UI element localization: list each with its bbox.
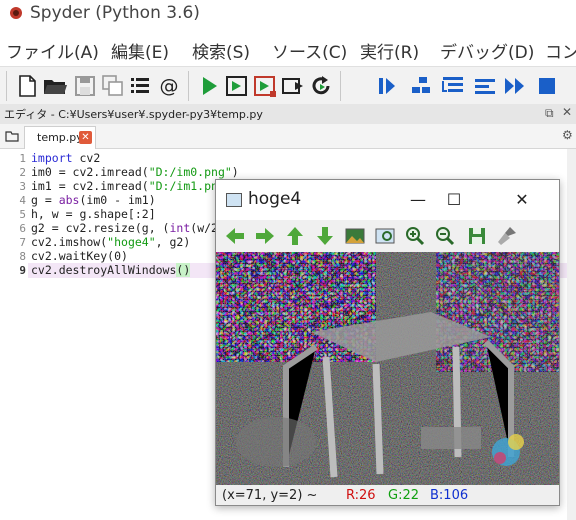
code-line: im1 = cv2.imread("D:/im1.png"): [31, 179, 239, 193]
opencv-toolbar: [216, 220, 559, 252]
menu-search[interactable]: 検索(S): [192, 38, 250, 63]
close-button[interactable]: ✕: [504, 186, 540, 214]
pixel-red-value: R:26: [346, 488, 376, 503]
zoom-in-icon[interactable]: [404, 225, 426, 247]
menu-file[interactable]: ファイル(A): [6, 38, 99, 63]
line-number: 3: [19, 180, 26, 193]
step-icon[interactable]: [408, 73, 434, 99]
line-number: 9: [19, 264, 26, 277]
opencv-titlebar: hoge4 — ☐ ✕: [216, 180, 559, 220]
svg-text:@: @: [160, 75, 179, 97]
line-number: 6: [19, 222, 26, 235]
image-icon[interactable]: [344, 225, 366, 247]
rerun-icon[interactable]: [308, 73, 334, 99]
zoom-region-icon[interactable]: [374, 225, 396, 247]
properties-icon[interactable]: [496, 225, 518, 247]
tab-label: temp.py: [37, 131, 83, 144]
debug-icon[interactable]: [374, 73, 400, 99]
code-line: g = abs(im0 - im1): [31, 193, 156, 207]
maximize-button[interactable]: ☐: [436, 186, 472, 214]
menu-edit[interactable]: 編集(E): [111, 38, 169, 63]
app-title: Spyder (Python 3.6): [30, 3, 200, 23]
browse-tabs-icon[interactable]: [4, 128, 20, 144]
options-icon[interactable]: ⚙: [562, 128, 573, 142]
pixel-blue-value: B:106: [430, 488, 469, 503]
spyder-app-icon: [10, 7, 22, 19]
line-number: 7: [19, 236, 26, 249]
editor-pane-title: エディタ - C:¥Users¥user¥.spyder-py3¥temp.py: [4, 108, 263, 121]
open-folder-icon[interactable]: [42, 73, 68, 99]
menu-source[interactable]: ソース(C): [272, 38, 347, 63]
line-number: 2: [19, 166, 26, 179]
window-titlebar: Spyder (Python 3.6): [0, 0, 576, 28]
run-icon[interactable]: [196, 73, 222, 99]
new-file-icon[interactable]: [14, 73, 40, 99]
editor-tab-bar: temp.py ✕ ⚙: [0, 124, 576, 149]
code-line: import cv2: [31, 151, 101, 165]
menu-console[interactable]: コン: [545, 38, 576, 63]
close-pane-icon[interactable]: ✕: [562, 105, 572, 119]
step-into-icon[interactable]: [440, 73, 466, 99]
pan-up-icon[interactable]: [284, 225, 306, 247]
code-line: im0 = cv2.imread("D:/im0.png"): [31, 165, 239, 179]
run-selection-icon[interactable]: [280, 73, 306, 99]
stop-debug-icon[interactable]: [534, 73, 560, 99]
line-number-gutter: 1 2 3 4 5 6 7 8 9: [0, 149, 28, 520]
pixel-green-value: G:22: [388, 488, 419, 503]
tab-temp-py[interactable]: temp.py ✕: [24, 126, 96, 149]
undock-icon[interactable]: ⧉: [545, 106, 554, 121]
code-line: h, w = g.shape[:2]: [31, 207, 156, 221]
main-toolbar: @: [0, 66, 576, 106]
save-all-icon[interactable]: [100, 73, 126, 99]
editor-pane-titlebar: エディタ - C:¥Users¥user¥.spyder-py3¥temp.py…: [0, 104, 576, 125]
minimize-button[interactable]: —: [400, 186, 436, 214]
tab-close-icon[interactable]: ✕: [79, 131, 92, 144]
run-cell-advance-icon[interactable]: [252, 73, 278, 99]
editor-scrollbar[interactable]: [567, 149, 576, 520]
save-image-icon[interactable]: [466, 225, 488, 247]
opencv-status-bar: (x=71, y=2) ~ R:26 G:22 B:106: [216, 485, 559, 505]
code-line: cv2.destroyAllWindows(): [31, 263, 191, 277]
zoom-out-icon[interactable]: [434, 225, 456, 247]
list-icon[interactable]: [127, 73, 153, 99]
line-number: 8: [19, 250, 26, 263]
code-line: cv2.waitKey(0): [31, 249, 128, 263]
code-line: cv2.imshow("hoge4", g2): [31, 235, 191, 249]
pan-right-icon[interactable]: [254, 225, 276, 247]
at-icon[interactable]: @: [156, 73, 182, 99]
opencv-window: hoge4 — ☐ ✕ (x=71, y=2) ~ R:26 G:22 B:10…: [215, 179, 560, 506]
menu-bar: ファイル(A) 編集(E) 検索(S) ソース(C) 実行(R) デバッグ(D)…: [0, 34, 576, 63]
step-return-icon[interactable]: [472, 73, 498, 99]
line-number: 5: [19, 208, 26, 221]
menu-debug[interactable]: デバッグ(D): [440, 38, 534, 63]
difference-image[interactable]: [216, 252, 559, 485]
pan-left-icon[interactable]: [224, 225, 246, 247]
save-icon[interactable]: [72, 73, 98, 99]
menu-run[interactable]: 実行(R): [360, 38, 419, 63]
continue-icon[interactable]: [502, 73, 528, 99]
pan-down-icon[interactable]: [314, 225, 336, 247]
line-number: 4: [19, 194, 26, 207]
window-icon: [226, 193, 242, 207]
line-number: 1: [19, 152, 26, 165]
run-cell-icon[interactable]: [224, 73, 250, 99]
opencv-window-title: hoge4: [248, 189, 302, 209]
pixel-coords: (x=71, y=2) ~: [222, 488, 318, 503]
